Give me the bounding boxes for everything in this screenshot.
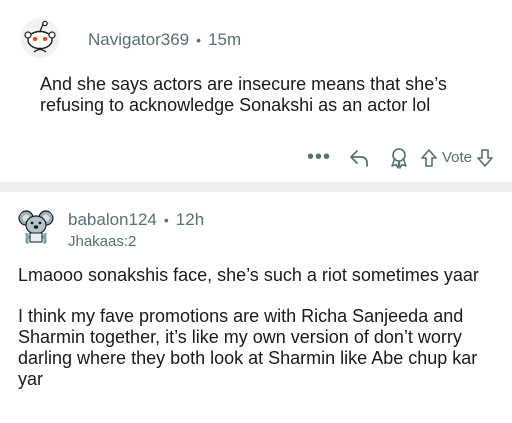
comment-actions: ••• Vote <box>304 146 494 169</box>
downvote-icon <box>477 148 493 167</box>
timestamp: 12h <box>175 210 205 229</box>
comment-body: Lmaooo sonakshis face, she’s such a riot… <box>18 265 498 390</box>
timestamp: 15m <box>208 30 242 49</box>
koala-avatar-icon <box>16 206 56 246</box>
upvote-icon <box>421 148 437 167</box>
vote-label: Vote <box>441 149 472 166</box>
award-button[interactable] <box>388 147 410 169</box>
comment-meta: babalon124 • 12h <box>68 210 204 230</box>
comment-paragraph: And she says actors are insecure means t… <box>40 74 447 115</box>
upvote-button[interactable] <box>420 148 438 168</box>
username[interactable]: Navigator369 <box>88 30 189 50</box>
comment-paragraph: I think my fave promotions are with Rich… <box>18 306 478 389</box>
more-options-button[interactable]: ••• <box>304 146 334 169</box>
meta-separator: • <box>196 32 202 48</box>
award-icon <box>391 147 407 169</box>
user-avatar[interactable] <box>20 18 60 58</box>
comment-body: And she says actors are insecure means t… <box>40 74 460 116</box>
reply-button[interactable] <box>348 148 370 168</box>
comment-navigator369: Navigator369 • 15m And she says actors a… <box>0 0 512 182</box>
comment-babalon124: babalon124 • 12h Jhakaas:2 Lmaooo sonaks… <box>0 192 512 423</box>
username[interactable]: babalon124 <box>68 210 157 230</box>
comment-paragraph: Lmaooo sonakshis face, she’s such a riot… <box>18 265 479 285</box>
comment-meta: Navigator369 • 15m <box>88 30 241 50</box>
reply-icon <box>350 149 368 167</box>
user-avatar[interactable] <box>16 206 56 246</box>
snoo-avatar-icon <box>20 18 60 58</box>
comment-divider <box>0 182 512 192</box>
meta-separator: • <box>163 212 169 228</box>
user-flair: Jhakaas:2 <box>68 233 137 250</box>
downvote-button[interactable] <box>476 148 494 168</box>
